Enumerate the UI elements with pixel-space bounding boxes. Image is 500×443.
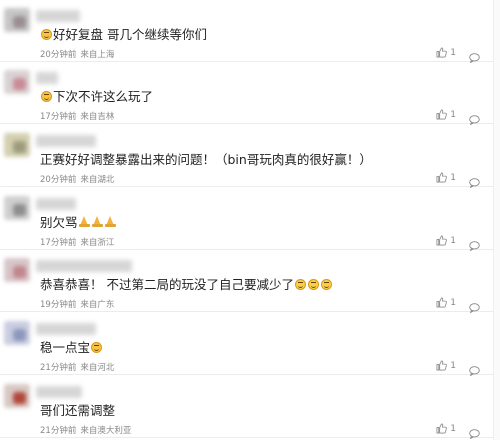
smile-emoji-icon xyxy=(41,29,52,40)
comment-time: 17分钟前 xyxy=(40,112,77,122)
smile-emoji-icon xyxy=(91,342,103,353)
like-count: 1 xyxy=(450,360,456,371)
username-blurred[interactable] xyxy=(36,72,58,84)
comment-item: 稳一点宝 21分钟前 来自河北 1 xyxy=(0,313,500,377)
comment-text: 别欠骂 xyxy=(40,215,117,231)
like-button[interactable]: 1 xyxy=(436,47,456,58)
comment-feed: 好好复盘 哥几个继续等你们 20分钟前 来自上海 1 下次不许这么玩了 17分钟前 来自吉林… xyxy=(0,0,500,440)
comment-meta: 21分钟前 来自河北 xyxy=(40,361,114,373)
like-count: 1 xyxy=(450,297,456,308)
comment-meta: 21分钟前 来自澳大利亚 xyxy=(40,424,131,436)
reply-comment-icon[interactable] xyxy=(469,424,480,440)
comment-time: 19分钟前 xyxy=(40,300,77,310)
username-blurred[interactable] xyxy=(36,198,76,210)
like-button[interactable]: 1 xyxy=(436,109,456,120)
like-count: 1 xyxy=(450,109,456,120)
username-blurred[interactable] xyxy=(36,323,96,335)
avatar[interactable] xyxy=(4,321,30,345)
like-button[interactable]: 1 xyxy=(436,172,456,183)
laugh-emoji-icon xyxy=(320,279,332,290)
thumbs-up-icon xyxy=(436,109,448,120)
like-count: 1 xyxy=(450,235,456,246)
comment-text: 稳一点宝 xyxy=(40,340,103,356)
comment-body: 稳一点宝 xyxy=(40,340,91,355)
comment-time: 17分钟前 xyxy=(40,238,77,248)
thumbs-up-icon xyxy=(436,235,448,246)
avatar[interactable] xyxy=(4,196,30,220)
laugh-emoji-icon xyxy=(307,279,319,290)
comment-item: 别欠骂 17分钟前 来自浙江 1 xyxy=(0,188,500,252)
avatar[interactable] xyxy=(4,70,30,94)
comment-meta: 20分钟前 来自湖北 xyxy=(40,173,114,185)
like-button[interactable]: 1 xyxy=(436,360,456,371)
comment-item: 哥们还需调整 21分钟前 来自澳大利亚 1 xyxy=(0,376,500,440)
thumbs-up-icon xyxy=(436,360,448,371)
comment-text: 下次不许这么玩了 xyxy=(40,89,153,105)
comment-body: 下次不许这么玩了 xyxy=(53,89,154,104)
comment-location: 来自吉林 xyxy=(80,112,115,122)
like-count: 1 xyxy=(450,172,456,183)
username-blurred[interactable] xyxy=(36,260,132,272)
laugh-emoji-icon xyxy=(294,279,306,290)
like-button[interactable]: 1 xyxy=(436,423,456,434)
comment-item: 下次不许这么玩了 17分钟前 来自吉林 1 xyxy=(0,62,500,126)
comment-location: 来自浙江 xyxy=(80,238,115,248)
avatar[interactable] xyxy=(4,258,30,282)
comment-item: 好好复盘 哥几个继续等你们 20分钟前 来自上海 1 xyxy=(0,0,500,64)
comment-meta: 20分钟前 来自上海 xyxy=(40,48,114,60)
like-button[interactable]: 1 xyxy=(436,297,456,308)
reply-comment-icon[interactable] xyxy=(469,173,480,189)
thumbs-up-icon xyxy=(436,423,448,434)
comment-text: 好好复盘 哥几个继续等你们 xyxy=(40,27,207,43)
avatar[interactable] xyxy=(4,133,30,157)
comment-time: 21分钟前 xyxy=(40,363,77,373)
comment-body: 别欠骂 xyxy=(40,215,78,230)
comment-location: 来自上海 xyxy=(80,50,115,60)
username-blurred[interactable] xyxy=(36,386,82,398)
comment-item: 正赛好好调整暴露出来的问题！（bin哥玩肉真的很好赢！） 20分钟前 来自湖北 1 xyxy=(0,125,500,189)
thumbs-up-icon xyxy=(436,47,448,58)
comment-text: 哥们还需调整 xyxy=(40,403,115,419)
comment-location: 来自广东 xyxy=(80,300,115,310)
reply-comment-icon[interactable] xyxy=(469,361,480,377)
comment-time: 20分钟前 xyxy=(40,175,77,185)
comment-body: 正赛好好调整暴露出来的问题！（bin哥玩肉真的很好赢！） xyxy=(40,152,372,167)
pray-emoji-icon xyxy=(91,216,103,228)
comment-item: 恭喜恭喜！ 不过第二局的玩没了自己要减少了 19分钟前 来自广东 1 xyxy=(0,250,500,314)
thumbs-up-icon xyxy=(436,172,448,183)
like-button[interactable]: 1 xyxy=(436,235,456,246)
avatar[interactable] xyxy=(4,8,30,32)
comment-body: 哥们还需调整 xyxy=(40,403,116,418)
comment-time: 20分钟前 xyxy=(40,50,77,60)
comment-location: 来自河北 xyxy=(80,363,115,373)
username-blurred[interactable] xyxy=(36,135,96,147)
comment-meta: 17分钟前 来自吉林 xyxy=(40,110,114,122)
comment-meta: 17分钟前 来自浙江 xyxy=(40,236,114,248)
smile-emoji-icon xyxy=(41,91,52,102)
comment-body: 恭喜恭喜！ 不过第二局的玩没了自己要减少了 xyxy=(40,277,294,292)
pray-emoji-icon xyxy=(104,216,116,228)
comment-time: 21分钟前 xyxy=(40,426,77,436)
comment-meta: 19分钟前 来自广东 xyxy=(40,298,114,310)
comment-text: 恭喜恭喜！ 不过第二局的玩没了自己要减少了 xyxy=(40,277,333,293)
comment-location: 来自澳大利亚 xyxy=(80,426,132,436)
scrollbar[interactable] xyxy=(493,0,500,440)
username-blurred[interactable] xyxy=(36,10,80,22)
thumbs-up-icon xyxy=(436,297,448,308)
like-count: 1 xyxy=(450,423,456,434)
avatar[interactable] xyxy=(4,384,30,408)
reply-comment-icon[interactable] xyxy=(469,48,480,64)
comment-location: 来自湖北 xyxy=(80,175,115,185)
reply-comment-icon[interactable] xyxy=(469,110,480,126)
pray-emoji-icon xyxy=(78,216,90,228)
comment-text: 正赛好好调整暴露出来的问题！（bin哥玩肉真的很好赢！） xyxy=(40,152,372,168)
reply-comment-icon[interactable] xyxy=(469,236,480,252)
like-count: 1 xyxy=(450,47,456,58)
comment-body: 好好复盘 哥几个继续等你们 xyxy=(53,27,207,42)
reply-comment-icon[interactable] xyxy=(469,298,480,314)
